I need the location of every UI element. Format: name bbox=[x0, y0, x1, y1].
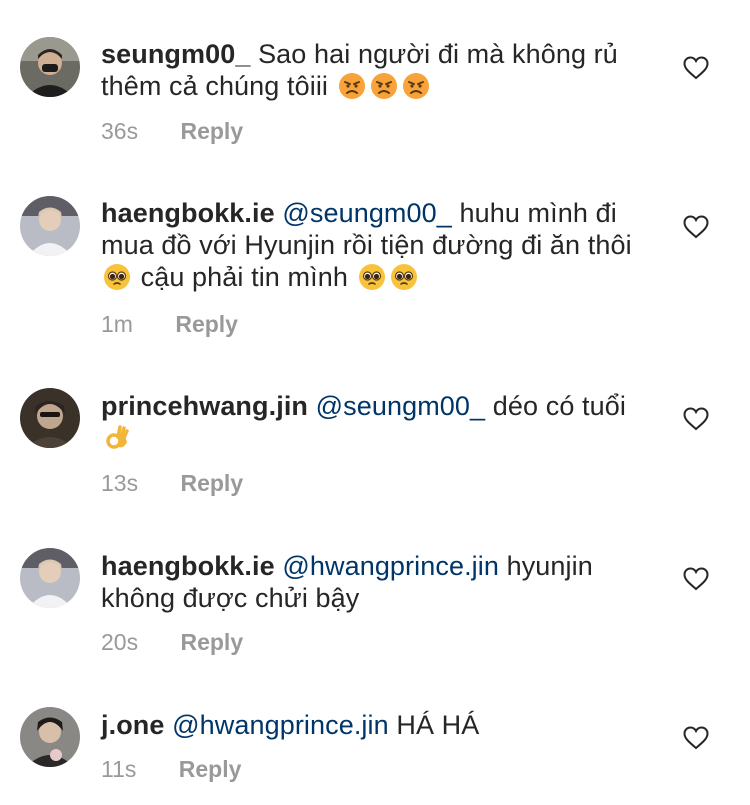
avatar[interactable] bbox=[20, 707, 80, 767]
comment-username[interactable]: j.one bbox=[101, 710, 165, 740]
comment-message-continued: cậu phải tin mình bbox=[140, 262, 348, 292]
comment-username[interactable]: princehwang.jin bbox=[101, 391, 308, 421]
comment-username[interactable]: haengbokk.ie bbox=[101, 198, 275, 228]
avatar[interactable] bbox=[20, 196, 80, 256]
comment-time: 36s bbox=[101, 118, 139, 144]
comment-message: HÁ HÁ bbox=[396, 710, 480, 740]
angry-face-icon bbox=[402, 72, 430, 100]
reply-button[interactable]: Reply bbox=[180, 118, 243, 144]
comment-mention[interactable]: @seungm00_ bbox=[316, 391, 486, 421]
comment-text: seungm00_ Sao hai người đi mà không rủ t… bbox=[101, 38, 661, 102]
avatar[interactable] bbox=[20, 388, 80, 448]
heart-outline-icon[interactable] bbox=[683, 215, 709, 239]
heart-outline-icon[interactable] bbox=[683, 726, 709, 750]
angry-face-icon bbox=[370, 72, 398, 100]
comment-text: j.one @hwangprince.jin HÁ HÁ bbox=[101, 709, 661, 741]
comment-username[interactable]: seungm00_ bbox=[101, 39, 250, 69]
comment-mention[interactable]: @hwangprince.jin bbox=[282, 551, 499, 581]
comment-meta: 20s Reply bbox=[101, 628, 243, 656]
angry-face-icon bbox=[338, 72, 366, 100]
comment-time: 1m bbox=[101, 311, 133, 337]
pleading-face-icon bbox=[390, 263, 418, 291]
pleading-face-icon bbox=[358, 263, 386, 291]
comment-meta: 13s Reply bbox=[101, 469, 243, 497]
comment-text: haengbokk.ie @seungm00_ huhu mình đi mua… bbox=[101, 197, 661, 293]
reply-button[interactable]: Reply bbox=[175, 311, 238, 337]
avatar[interactable] bbox=[20, 548, 80, 608]
reply-button[interactable]: Reply bbox=[180, 470, 243, 496]
comment-time: 20s bbox=[101, 629, 139, 655]
pleading-face-icon bbox=[103, 263, 131, 291]
heart-outline-icon[interactable] bbox=[683, 567, 709, 591]
comment-mention[interactable]: @seungm00_ bbox=[282, 198, 452, 228]
comment-text: haengbokk.ie @hwangprince.jin hyunjin kh… bbox=[101, 550, 661, 614]
ok-hand-icon bbox=[103, 424, 131, 452]
comment-text: princehwang.jin @seungm00_ déo có tuổi bbox=[101, 390, 661, 454]
heart-outline-icon[interactable] bbox=[683, 407, 709, 431]
avatar[interactable] bbox=[20, 37, 80, 97]
comment-time: 11s bbox=[101, 756, 137, 782]
comment-username[interactable]: haengbokk.ie bbox=[101, 551, 275, 581]
reply-button[interactable]: Reply bbox=[180, 629, 243, 655]
comment-meta: 11s Reply bbox=[101, 755, 241, 783]
comment-mention[interactable]: @hwangprince.jin bbox=[172, 710, 389, 740]
comment-message: déo có tuổi bbox=[492, 391, 626, 421]
heart-outline-icon[interactable] bbox=[683, 56, 709, 80]
reply-button[interactable]: Reply bbox=[179, 756, 242, 782]
comment-meta: 36s Reply bbox=[101, 117, 243, 145]
comment-time: 13s bbox=[101, 470, 139, 496]
comment-meta: 1m Reply bbox=[101, 310, 238, 338]
